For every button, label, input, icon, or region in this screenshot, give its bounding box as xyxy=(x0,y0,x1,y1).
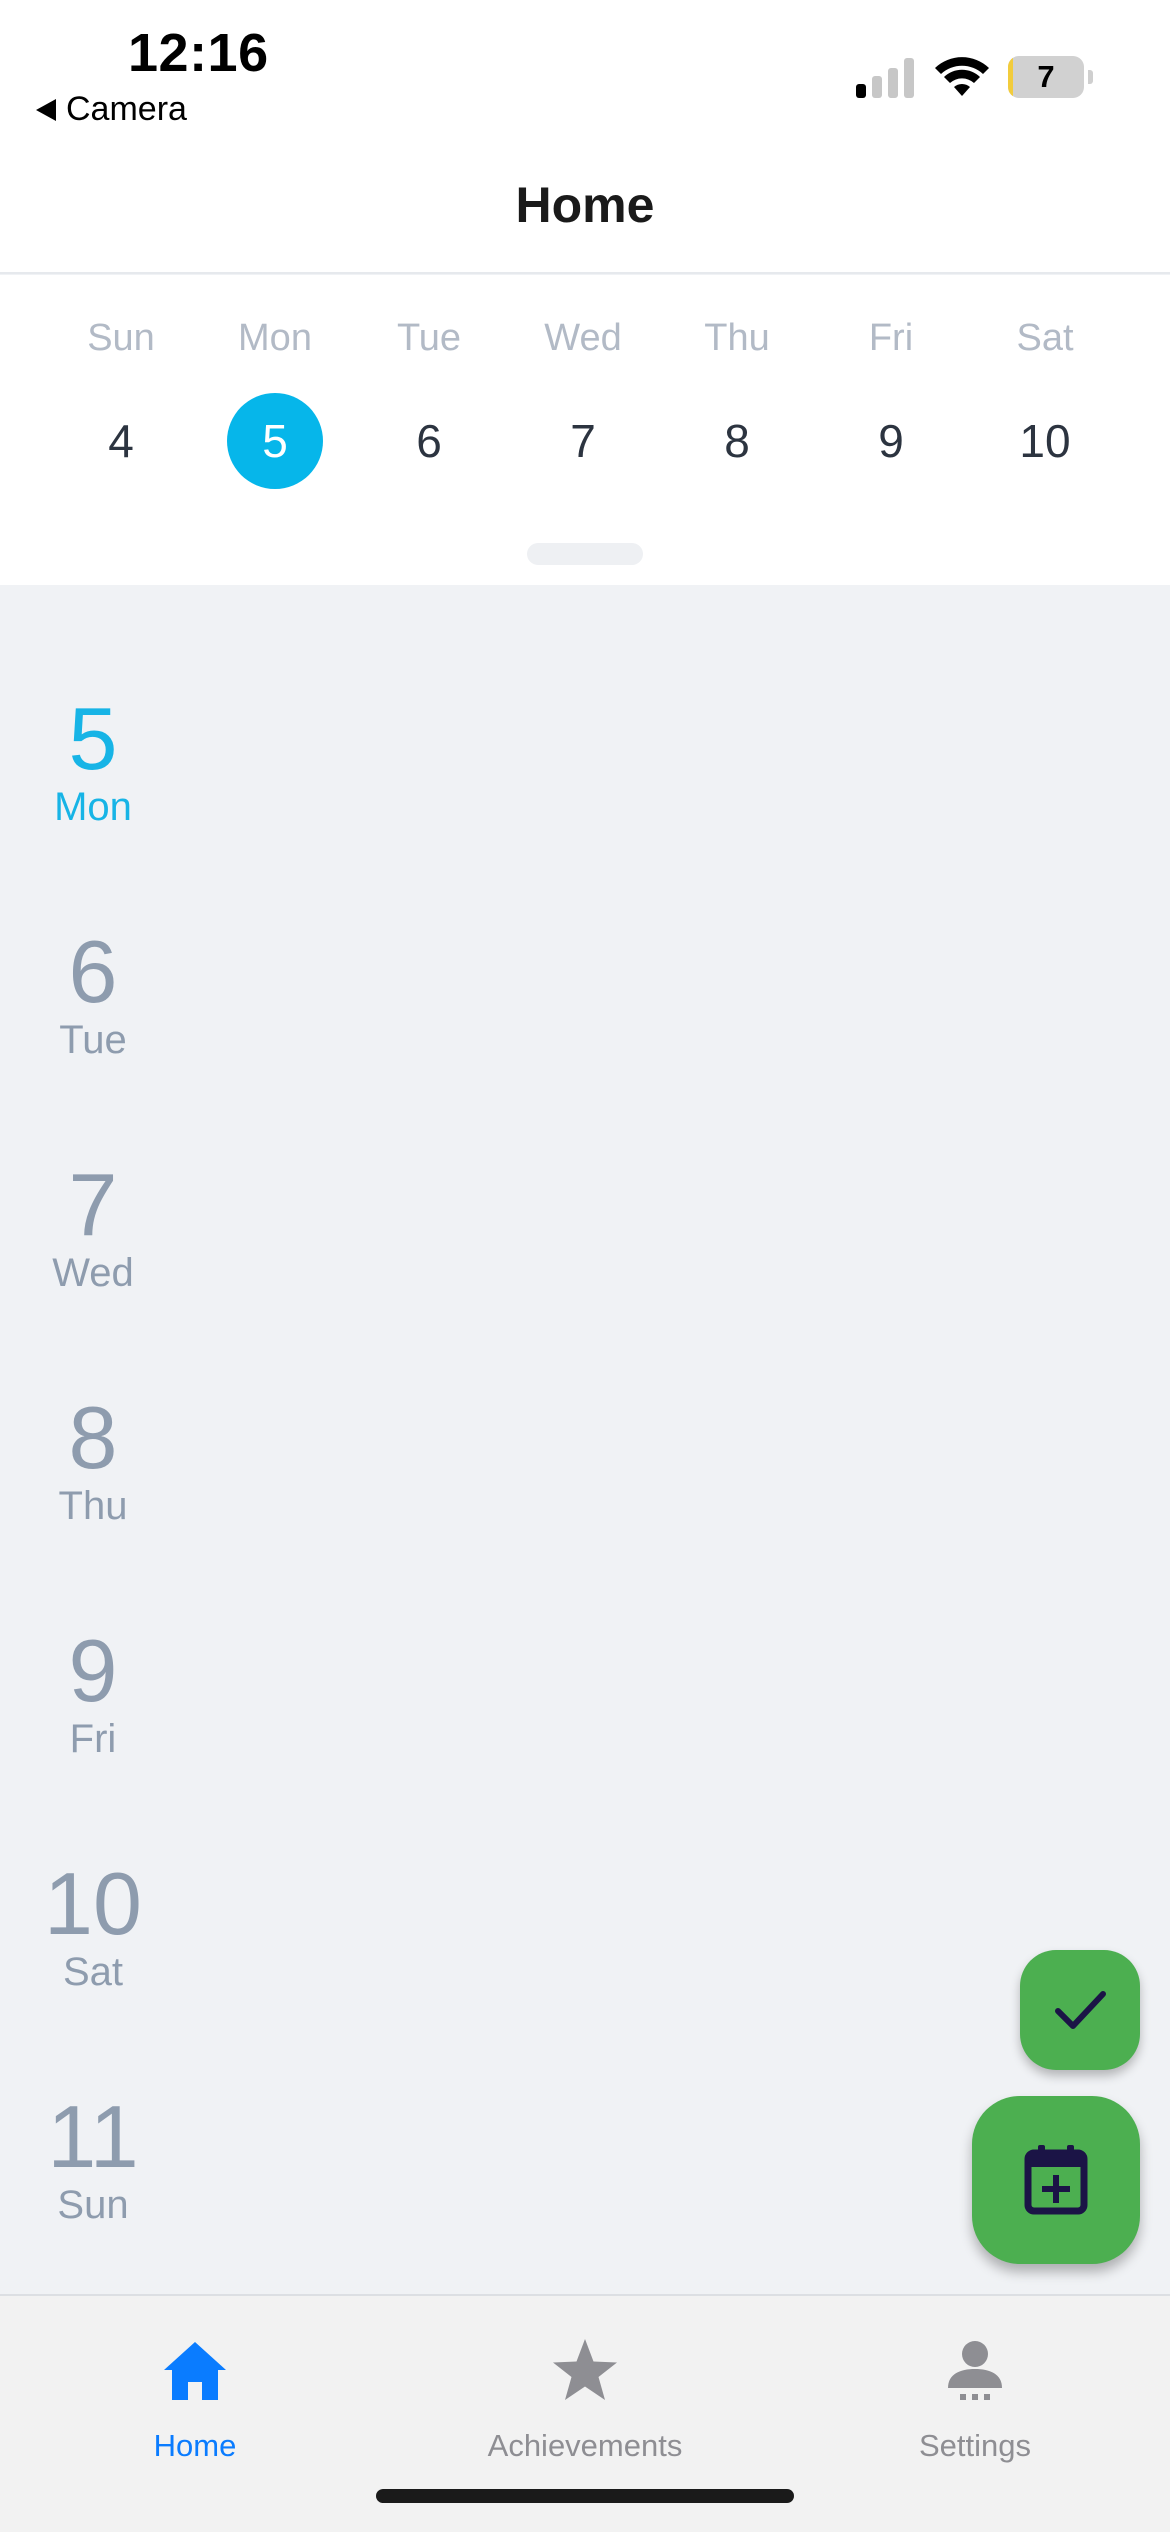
agenda-day-wed[interactable]: 7 Wed xyxy=(20,1155,166,1296)
agenda-day-tue[interactable]: 6 Tue xyxy=(20,922,166,1063)
agenda-day-number: 5 xyxy=(68,689,118,788)
week-day-sun[interactable]: Sun 4 xyxy=(44,275,198,515)
agenda-day-number: 10 xyxy=(44,1854,142,1953)
nav-header: Home xyxy=(0,150,1170,274)
week-day-sat[interactable]: Sat 10 xyxy=(968,275,1122,515)
agenda-day-label: Sat xyxy=(62,1950,124,1994)
status-bar: 12:16 Camera 7 xyxy=(0,0,1170,150)
house-icon xyxy=(164,2342,226,2400)
person-icon xyxy=(948,2341,1002,2400)
battery-tip xyxy=(1088,70,1093,84)
home-indicator[interactable] xyxy=(376,2489,794,2503)
week-day-label: Mon xyxy=(238,317,312,359)
agenda-list[interactable]: 5 Mon 6 Tue 7 Wed 8 Thu 9 Fri 10 Sat 11 … xyxy=(0,585,1170,2294)
tab-settings[interactable]: Settings xyxy=(780,2318,1170,2468)
week-day-label: Tue xyxy=(396,317,462,359)
battery-indicator: 7 xyxy=(1008,56,1093,98)
agenda-day-sat[interactable]: 10 Sat xyxy=(20,1854,166,1995)
tab-label: Achievements xyxy=(487,2428,683,2463)
cellular-signal-icon xyxy=(856,58,914,98)
agenda-day-label: Mon xyxy=(54,785,132,829)
calendar-drag-handle[interactable] xyxy=(527,543,643,565)
tab-achievements[interactable]: Achievements xyxy=(390,2318,780,2468)
wifi-icon xyxy=(935,57,989,96)
agenda-day-number: 11 xyxy=(47,2087,139,2186)
calendar-add-icon xyxy=(1024,2145,1088,2215)
agenda-day-number: 6 xyxy=(68,922,118,1021)
agenda-day-label: Tue xyxy=(59,1018,127,1062)
agenda-day-number: 7 xyxy=(68,1155,118,1254)
agenda-day-label: Thu xyxy=(58,1484,128,1528)
tab-label: Home xyxy=(153,2428,237,2463)
agenda-day-label: Fri xyxy=(69,1717,117,1761)
complete-fab-button[interactable] xyxy=(1020,1950,1140,2070)
week-day-label: Fri xyxy=(868,317,914,359)
agenda-day-label: Wed xyxy=(52,1251,134,1295)
week-day-label: Wed xyxy=(544,317,622,359)
week-day-mon[interactable]: Mon 5 xyxy=(198,275,352,515)
selected-day-number: 5 xyxy=(227,393,323,489)
agenda-day-number: 8 xyxy=(68,1388,118,1487)
agenda-day-fri[interactable]: 9 Fri xyxy=(20,1621,166,1762)
agenda-day-sun[interactable]: 11 Sun xyxy=(20,2087,166,2228)
week-day-number: 6 xyxy=(416,415,442,467)
week-day-label: Sun xyxy=(87,317,155,359)
back-arrow-icon xyxy=(36,98,56,121)
week-day-thu[interactable]: Thu 8 xyxy=(660,275,814,515)
week-day-number: 7 xyxy=(570,415,596,467)
agenda-day-thu[interactable]: 8 Thu xyxy=(20,1388,166,1529)
agenda-day-number: 9 xyxy=(68,1621,118,1720)
star-icon xyxy=(553,2339,617,2400)
page-title: Home xyxy=(515,177,655,233)
week-day-number: 4 xyxy=(108,415,134,467)
week-day-fri[interactable]: Fri 9 xyxy=(814,275,968,515)
week-day-number: 10 xyxy=(1019,415,1071,467)
add-event-fab-button[interactable] xyxy=(972,2096,1140,2264)
week-day-label: Sat xyxy=(1016,317,1074,359)
checkmark-icon xyxy=(1055,1991,1106,2029)
agenda-day-mon[interactable]: 5 Mon xyxy=(20,689,166,830)
home-screen: 12:16 Camera 7 Home Sun 4 Mon 5 Tue 6 We… xyxy=(0,0,1170,2532)
week-day-wed[interactable]: Wed 7 xyxy=(506,275,660,515)
week-day-number: 9 xyxy=(878,415,904,467)
tab-home[interactable]: Home xyxy=(0,2318,390,2468)
week-day-tue[interactable]: Tue 6 xyxy=(352,275,506,515)
battery-level-text: 7 xyxy=(1037,59,1055,94)
tab-label: Settings xyxy=(918,2428,1031,2463)
back-to-camera-link[interactable]: Camera xyxy=(36,90,187,129)
week-day-number: 8 xyxy=(724,415,750,467)
agenda-day-label: Sun xyxy=(57,2183,129,2227)
battery-icon: 7 xyxy=(1008,56,1084,98)
back-app-label: Camera xyxy=(66,90,187,128)
week-day-label: Thu xyxy=(704,317,770,359)
week-calendar-strip: Sun 4 Mon 5 Tue 6 Wed 7 Thu 8 Fri 9 Sat … xyxy=(0,275,1170,585)
status-time: 12:16 xyxy=(128,23,269,83)
